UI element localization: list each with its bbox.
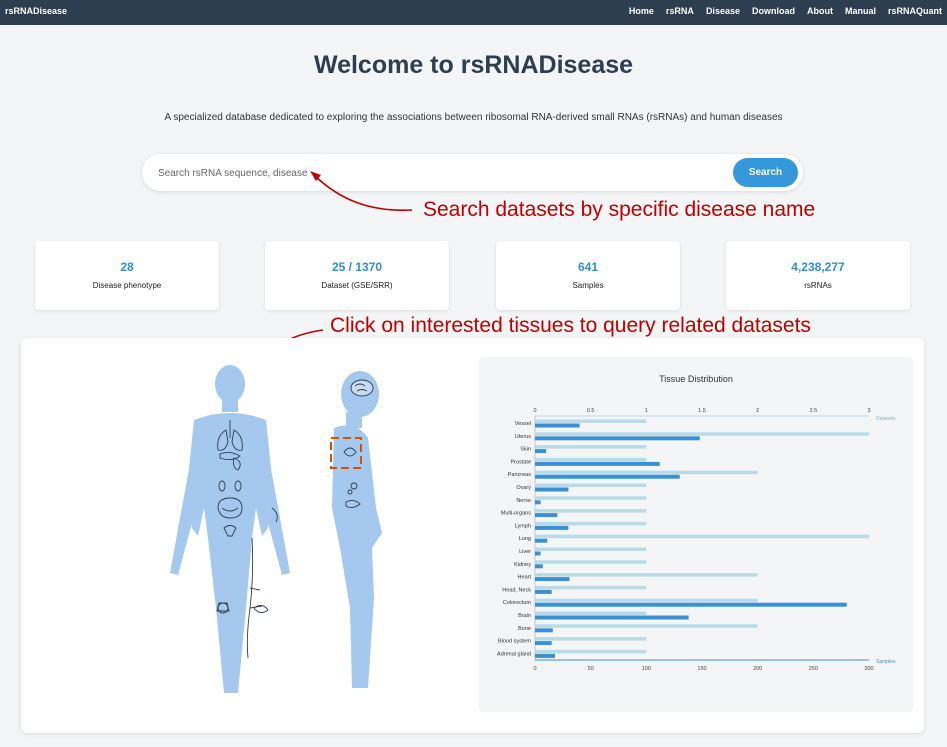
bottom-tick-label: 0 — [533, 666, 536, 672]
samples-bar — [535, 436, 700, 441]
samples-bar — [535, 564, 543, 569]
category-label: Adrenal gland — [497, 651, 531, 657]
stat-label: Dataset (GSE/SRR) — [321, 281, 393, 290]
datasets-bar — [535, 547, 647, 551]
legend-samples: Samples — [876, 659, 896, 665]
samples-bar — [535, 423, 580, 428]
datasets-bar — [535, 432, 869, 436]
category-label: Skin — [520, 447, 531, 453]
stat-label: Disease phenotype — [92, 281, 162, 290]
stat-label: rsRNAs — [804, 281, 832, 290]
samples-bar — [535, 513, 558, 518]
category-label: Prostate — [511, 459, 531, 465]
category-label: Colorectum — [503, 600, 532, 606]
datasets-bar — [535, 637, 647, 641]
stat-value: 4,238,277 — [791, 260, 845, 274]
tissue-annotation: Click on interested tissues to query rel… — [330, 314, 811, 337]
stat-card-disease: 28 Disease phenotype — [35, 241, 219, 310]
top-tick-label: 3 — [867, 408, 870, 414]
category-label: Uterus — [515, 434, 531, 440]
side-body[interactable] — [332, 371, 382, 688]
category-label: Pancreas — [508, 472, 531, 478]
category-label: Lung — [519, 536, 531, 542]
datasets-bar — [535, 624, 758, 628]
samples-bar — [535, 602, 847, 607]
samples-bar — [535, 449, 547, 454]
samples-bar — [535, 474, 680, 479]
tissue-distribution-chart: Tissue Distribution Datasets Samples 0 0.… — [497, 374, 896, 672]
chart-title: Tissue Distribution — [659, 374, 733, 384]
category-label: Head, Neck — [502, 587, 531, 593]
category-label: Kidney — [514, 562, 531, 568]
datasets-bar — [535, 496, 647, 500]
datasets-bar — [535, 585, 647, 590]
category-label: Bone — [518, 626, 531, 632]
body-map — [170, 365, 382, 693]
brain-icon[interactable] — [350, 379, 374, 397]
datasets-bar — [535, 598, 758, 603]
legend-datasets: Datasets — [876, 416, 896, 422]
category-label: Nerve — [516, 498, 531, 504]
stat-card-samples: 641 Samples — [496, 241, 680, 310]
stat-value: 28 — [120, 260, 134, 274]
tissue-chart-panel: Tissue Distribution Datasets Samples 0 0.… — [479, 357, 913, 712]
stat-value: 641 — [577, 260, 599, 274]
samples-bar — [535, 551, 541, 556]
datasets-bar — [535, 445, 647, 449]
bottom-tick-label: 150 — [697, 666, 706, 672]
category-label: Brain — [518, 613, 531, 619]
samples-bar — [535, 628, 553, 633]
stat-label: Samples — [572, 281, 604, 290]
datasets-bar — [535, 534, 869, 539]
datasets-bar — [535, 470, 758, 475]
category-label: Vessel — [515, 421, 531, 427]
search-annotation: Search datasets by specific disease name — [423, 198, 816, 221]
datasets-bar — [535, 649, 647, 654]
category-label: Blood system — [498, 639, 531, 645]
samples-bar — [535, 653, 556, 658]
datasets-bar — [535, 560, 647, 564]
search-arrow — [313, 174, 413, 211]
category-label: Lymph — [515, 523, 531, 529]
datasets-bar — [535, 483, 647, 487]
stat-value: 25 / 1370 — [331, 260, 383, 274]
stat-card-dataset: 25 / 1370 Dataset (GSE/SRR) — [265, 241, 449, 310]
category-label: Liver — [519, 549, 531, 555]
top-tick-label: 2.5 — [810, 408, 818, 414]
samples-bar — [535, 525, 569, 530]
samples-bar — [535, 589, 552, 594]
bottom-tick-label: 250 — [809, 666, 818, 672]
datasets-bar — [535, 611, 647, 615]
tissue-card: Tissue Distribution Datasets Samples 0 0.… — [21, 338, 924, 733]
top-tick-label: 0.5 — [587, 408, 595, 414]
stat-card-rsrnas: 4,238,277 rsRNAs — [726, 241, 910, 310]
top-tick-label: 1.5 — [698, 408, 706, 414]
category-label: Multi-organs — [501, 511, 532, 517]
top-tick-label: 1 — [645, 408, 648, 414]
datasets-bar — [535, 573, 758, 577]
samples-bar — [535, 615, 689, 620]
top-tick-label: 0 — [533, 408, 536, 414]
samples-bar — [535, 461, 660, 466]
datasets-bar — [535, 521, 647, 526]
top-tick-label: 2 — [756, 408, 759, 414]
front-body[interactable] — [170, 365, 290, 693]
samples-bar — [535, 641, 552, 646]
datasets-bar — [535, 457, 647, 462]
samples-bar — [535, 577, 570, 582]
bottom-tick-label: 200 — [753, 666, 762, 672]
samples-bar — [535, 538, 548, 543]
samples-bar — [535, 500, 541, 505]
datasets-bar — [535, 419, 647, 423]
datasets-bar — [535, 509, 647, 513]
bottom-tick-label: 300 — [864, 666, 873, 672]
bottom-tick-label: 50 — [588, 666, 594, 672]
category-label: Ovary — [516, 485, 531, 491]
samples-bar — [535, 487, 569, 492]
bottom-tick-label: 100 — [642, 666, 651, 672]
category-label: Heart — [518, 575, 532, 581]
